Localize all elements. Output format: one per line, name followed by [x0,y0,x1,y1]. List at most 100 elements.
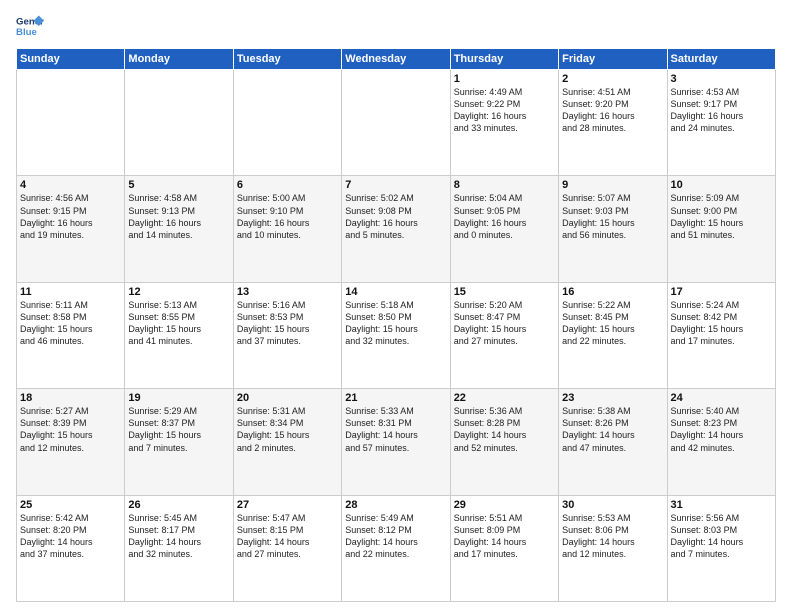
calendar-week-3: 11Sunrise: 5:11 AM Sunset: 8:58 PM Dayli… [17,282,776,388]
day-number: 2 [562,73,663,85]
logo: General Blue [16,12,44,40]
day-number: 30 [562,499,663,511]
calendar-cell [125,70,233,176]
day-info: Sunrise: 5:56 AM Sunset: 8:03 PM Dayligh… [671,512,772,561]
calendar-cell: 13Sunrise: 5:16 AM Sunset: 8:53 PM Dayli… [233,282,341,388]
calendar-header-row: SundayMondayTuesdayWednesdayThursdayFrid… [17,49,776,70]
calendar-cell: 11Sunrise: 5:11 AM Sunset: 8:58 PM Dayli… [17,282,125,388]
calendar-cell [17,70,125,176]
day-info: Sunrise: 4:49 AM Sunset: 9:22 PM Dayligh… [454,86,555,135]
day-number: 21 [345,392,446,404]
day-number: 10 [671,179,772,191]
calendar-week-2: 4Sunrise: 4:56 AM Sunset: 9:15 PM Daylig… [17,176,776,282]
calendar: SundayMondayTuesdayWednesdayThursdayFrid… [16,48,776,602]
page: General Blue SundayMondayTuesdayWednesda… [0,0,792,612]
calendar-cell: 8Sunrise: 5:04 AM Sunset: 9:05 PM Daylig… [450,176,558,282]
calendar-header-monday: Monday [125,49,233,70]
day-info: Sunrise: 5:31 AM Sunset: 8:34 PM Dayligh… [237,405,338,454]
day-number: 4 [20,179,121,191]
day-number: 12 [128,286,229,298]
calendar-cell: 17Sunrise: 5:24 AM Sunset: 8:42 PM Dayli… [667,282,775,388]
logo-icon: General Blue [16,12,44,40]
day-info: Sunrise: 5:33 AM Sunset: 8:31 PM Dayligh… [345,405,446,454]
day-number: 6 [237,179,338,191]
calendar-header-wednesday: Wednesday [342,49,450,70]
calendar-cell: 12Sunrise: 5:13 AM Sunset: 8:55 PM Dayli… [125,282,233,388]
day-number: 15 [454,286,555,298]
calendar-cell: 28Sunrise: 5:49 AM Sunset: 8:12 PM Dayli… [342,495,450,601]
calendar-week-5: 25Sunrise: 5:42 AM Sunset: 8:20 PM Dayli… [17,495,776,601]
calendar-cell: 31Sunrise: 5:56 AM Sunset: 8:03 PM Dayli… [667,495,775,601]
day-number: 23 [562,392,663,404]
day-info: Sunrise: 5:04 AM Sunset: 9:05 PM Dayligh… [454,192,555,241]
day-info: Sunrise: 5:24 AM Sunset: 8:42 PM Dayligh… [671,299,772,348]
day-info: Sunrise: 5:22 AM Sunset: 8:45 PM Dayligh… [562,299,663,348]
day-number: 11 [20,286,121,298]
day-info: Sunrise: 5:49 AM Sunset: 8:12 PM Dayligh… [345,512,446,561]
calendar-cell: 30Sunrise: 5:53 AM Sunset: 8:06 PM Dayli… [559,495,667,601]
calendar-cell: 21Sunrise: 5:33 AM Sunset: 8:31 PM Dayli… [342,389,450,495]
day-number: 13 [237,286,338,298]
day-number: 26 [128,499,229,511]
calendar-cell: 10Sunrise: 5:09 AM Sunset: 9:00 PM Dayli… [667,176,775,282]
day-info: Sunrise: 5:09 AM Sunset: 9:00 PM Dayligh… [671,192,772,241]
calendar-cell: 5Sunrise: 4:58 AM Sunset: 9:13 PM Daylig… [125,176,233,282]
day-number: 5 [128,179,229,191]
calendar-cell [342,70,450,176]
day-info: Sunrise: 5:40 AM Sunset: 8:23 PM Dayligh… [671,405,772,454]
day-number: 3 [671,73,772,85]
calendar-cell: 2Sunrise: 4:51 AM Sunset: 9:20 PM Daylig… [559,70,667,176]
day-info: Sunrise: 5:13 AM Sunset: 8:55 PM Dayligh… [128,299,229,348]
day-info: Sunrise: 5:20 AM Sunset: 8:47 PM Dayligh… [454,299,555,348]
day-info: Sunrise: 5:16 AM Sunset: 8:53 PM Dayligh… [237,299,338,348]
calendar-cell: 15Sunrise: 5:20 AM Sunset: 8:47 PM Dayli… [450,282,558,388]
day-info: Sunrise: 5:51 AM Sunset: 8:09 PM Dayligh… [454,512,555,561]
calendar-cell: 4Sunrise: 4:56 AM Sunset: 9:15 PM Daylig… [17,176,125,282]
day-info: Sunrise: 4:56 AM Sunset: 9:15 PM Dayligh… [20,192,121,241]
calendar-header-sunday: Sunday [17,49,125,70]
day-info: Sunrise: 4:53 AM Sunset: 9:17 PM Dayligh… [671,86,772,135]
day-number: 31 [671,499,772,511]
day-number: 16 [562,286,663,298]
day-info: Sunrise: 5:27 AM Sunset: 8:39 PM Dayligh… [20,405,121,454]
day-info: Sunrise: 5:11 AM Sunset: 8:58 PM Dayligh… [20,299,121,348]
day-info: Sunrise: 4:58 AM Sunset: 9:13 PM Dayligh… [128,192,229,241]
calendar-cell: 9Sunrise: 5:07 AM Sunset: 9:03 PM Daylig… [559,176,667,282]
day-number: 22 [454,392,555,404]
calendar-header-thursday: Thursday [450,49,558,70]
calendar-header-friday: Friday [559,49,667,70]
day-info: Sunrise: 5:07 AM Sunset: 9:03 PM Dayligh… [562,192,663,241]
calendar-cell: 24Sunrise: 5:40 AM Sunset: 8:23 PM Dayli… [667,389,775,495]
day-info: Sunrise: 5:18 AM Sunset: 8:50 PM Dayligh… [345,299,446,348]
day-info: Sunrise: 5:29 AM Sunset: 8:37 PM Dayligh… [128,405,229,454]
calendar-cell: 27Sunrise: 5:47 AM Sunset: 8:15 PM Dayli… [233,495,341,601]
calendar-cell: 3Sunrise: 4:53 AM Sunset: 9:17 PM Daylig… [667,70,775,176]
calendar-week-1: 1Sunrise: 4:49 AM Sunset: 9:22 PM Daylig… [17,70,776,176]
calendar-cell: 22Sunrise: 5:36 AM Sunset: 8:28 PM Dayli… [450,389,558,495]
calendar-cell: 29Sunrise: 5:51 AM Sunset: 8:09 PM Dayli… [450,495,558,601]
day-number: 29 [454,499,555,511]
day-number: 17 [671,286,772,298]
day-number: 19 [128,392,229,404]
day-number: 20 [237,392,338,404]
calendar-cell: 18Sunrise: 5:27 AM Sunset: 8:39 PM Dayli… [17,389,125,495]
day-info: Sunrise: 4:51 AM Sunset: 9:20 PM Dayligh… [562,86,663,135]
day-info: Sunrise: 5:38 AM Sunset: 8:26 PM Dayligh… [562,405,663,454]
day-info: Sunrise: 5:02 AM Sunset: 9:08 PM Dayligh… [345,192,446,241]
calendar-cell: 19Sunrise: 5:29 AM Sunset: 8:37 PM Dayli… [125,389,233,495]
day-number: 24 [671,392,772,404]
header: General Blue [16,12,776,40]
day-info: Sunrise: 5:42 AM Sunset: 8:20 PM Dayligh… [20,512,121,561]
day-number: 18 [20,392,121,404]
calendar-cell: 1Sunrise: 4:49 AM Sunset: 9:22 PM Daylig… [450,70,558,176]
day-number: 14 [345,286,446,298]
calendar-cell: 16Sunrise: 5:22 AM Sunset: 8:45 PM Dayli… [559,282,667,388]
calendar-header-tuesday: Tuesday [233,49,341,70]
calendar-header-saturday: Saturday [667,49,775,70]
calendar-cell: 14Sunrise: 5:18 AM Sunset: 8:50 PM Dayli… [342,282,450,388]
day-number: 8 [454,179,555,191]
day-number: 1 [454,73,555,85]
day-info: Sunrise: 5:00 AM Sunset: 9:10 PM Dayligh… [237,192,338,241]
day-number: 9 [562,179,663,191]
day-number: 28 [345,499,446,511]
